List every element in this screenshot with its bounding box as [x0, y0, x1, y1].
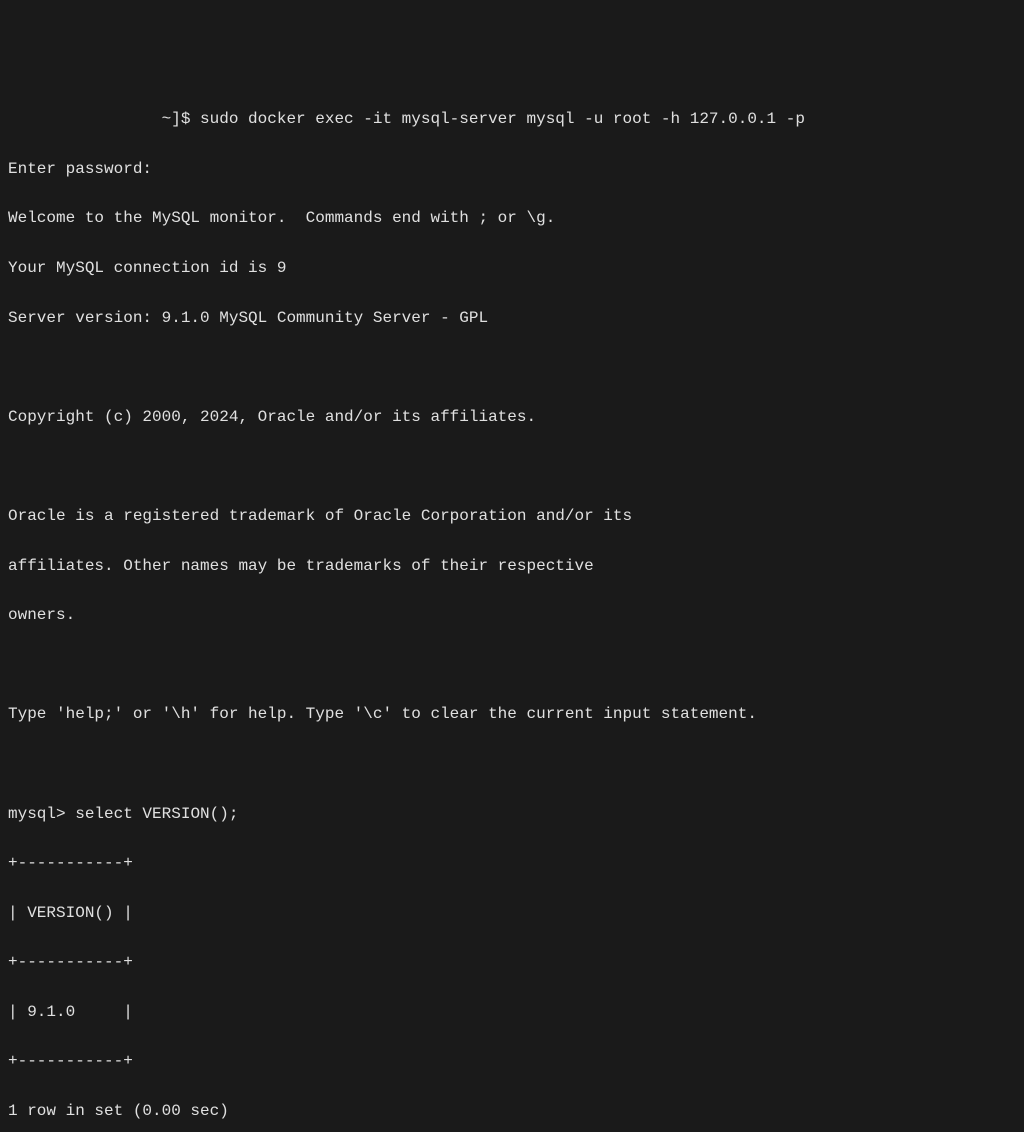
welcome-line: Welcome to the MySQL monitor. Commands e…	[8, 206, 1016, 231]
server-version-line: Server version: 9.1.0 MySQL Community Se…	[8, 306, 1016, 331]
shell-command: sudo docker exec -it mysql-server mysql …	[200, 110, 805, 128]
result-border-top: +-----------+	[8, 851, 1016, 876]
result-row: | 9.1.0 |	[8, 1000, 1016, 1025]
result-border-bot: +-----------+	[8, 1049, 1016, 1074]
help-line: Type 'help;' or '\h' for help. Type '\c'…	[8, 702, 1016, 727]
copyright-line: Copyright (c) 2000, 2024, Oracle and/or …	[8, 405, 1016, 430]
result-header: | VERSION() |	[8, 901, 1016, 926]
blank-line	[8, 653, 1016, 678]
shell-command-line: ~]$ sudo docker exec -it mysql-server my…	[8, 107, 1016, 132]
blank-line	[8, 454, 1016, 479]
blank-line	[8, 355, 1016, 380]
trademark-line-1: Oracle is a registered trademark of Orac…	[8, 504, 1016, 529]
mysql-prompt: mysql>	[8, 805, 75, 823]
connection-id-line: Your MySQL connection id is 9	[8, 256, 1016, 281]
password-prompt: Enter password:	[8, 157, 1016, 182]
query-text: select VERSION();	[75, 805, 238, 823]
blank-line	[8, 752, 1016, 777]
trademark-line-3: owners.	[8, 603, 1016, 628]
shell-prompt: ~]$	[8, 110, 200, 128]
result-border-mid: +-----------+	[8, 950, 1016, 975]
query-line: mysql> select VERSION();	[8, 802, 1016, 827]
result-summary: 1 row in set (0.00 sec)	[8, 1099, 1016, 1124]
